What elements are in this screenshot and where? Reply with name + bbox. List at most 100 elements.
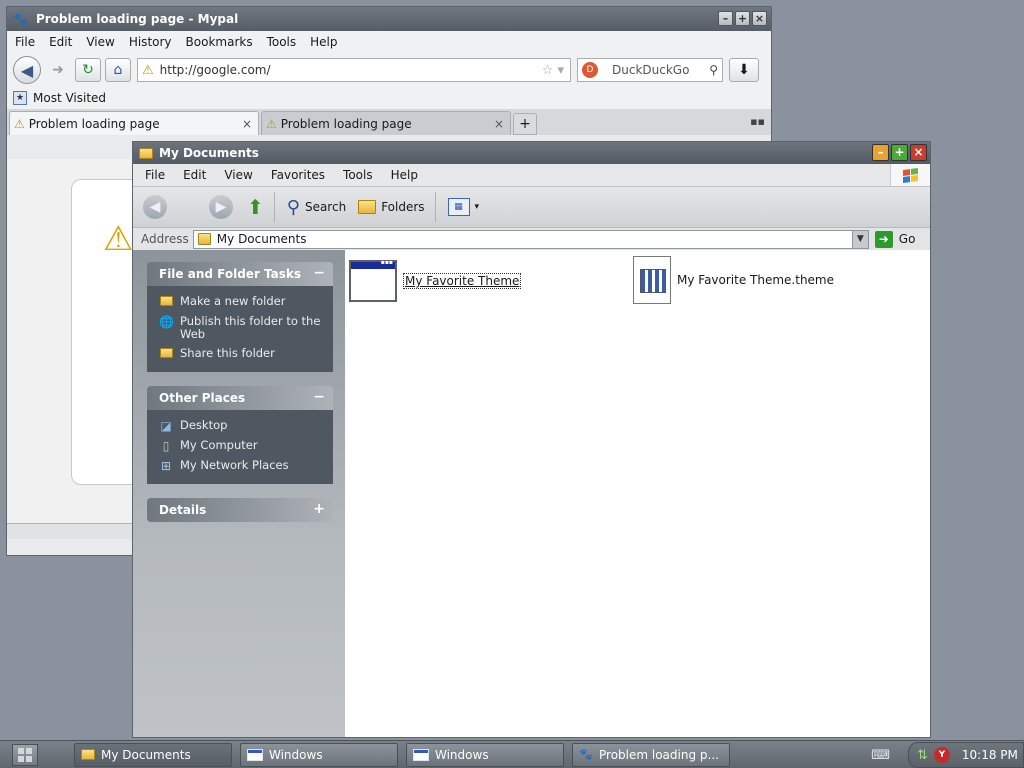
- clock[interactable]: 10:18 PM: [962, 748, 1018, 762]
- panel-title: Details: [159, 503, 207, 517]
- new-tab-button[interactable]: +: [513, 113, 537, 135]
- share-folder-icon: [159, 347, 173, 361]
- up-folder-icon[interactable]: ⬆: [247, 195, 264, 219]
- panel-header[interactable]: Other Places −: [147, 386, 333, 410]
- place-label: Desktop: [180, 418, 228, 432]
- menu-view[interactable]: View: [86, 35, 114, 49]
- windows-logo-icon: [890, 164, 930, 186]
- network-tray-icon[interactable]: ⇅: [917, 748, 928, 763]
- tab-1[interactable]: ⚠ Problem loading page ×: [9, 111, 259, 135]
- go-button[interactable]: ➜ Go: [874, 230, 915, 248]
- tab-close-icon[interactable]: ×: [494, 117, 504, 131]
- back-button[interactable]: ◀: [143, 195, 167, 219]
- task-label: Share this folder: [180, 346, 275, 360]
- forward-button[interactable]: ▶: [209, 195, 233, 219]
- menu-tools[interactable]: Tools: [343, 168, 373, 182]
- mypal-app-icon: 🐾: [579, 747, 593, 761]
- place-network[interactable]: ⊞ My Network Places: [159, 456, 325, 476]
- taskbar-item-windows-1[interactable]: Windows: [240, 742, 398, 767]
- taskbar-label: Windows: [269, 747, 323, 762]
- url-bar[interactable]: ⚠ http://google.com/ ☆ ▾: [137, 58, 571, 82]
- tab-list-icon[interactable]: ▪▪: [750, 115, 765, 128]
- maximize-button[interactable]: +: [891, 144, 908, 161]
- search-button[interactable]: ⚲ Search: [287, 197, 346, 218]
- menu-tools[interactable]: Tools: [267, 35, 297, 49]
- reload-button[interactable]: ↻: [75, 58, 101, 82]
- place-label: My Network Places: [180, 458, 289, 472]
- views-button[interactable]: ▦ ▾: [447, 198, 479, 216]
- menu-file[interactable]: File: [145, 168, 165, 182]
- menu-edit[interactable]: Edit: [49, 35, 72, 49]
- explorer-menu-bar: File Edit View Favorites Tools Help: [133, 164, 930, 186]
- menu-edit[interactable]: Edit: [183, 168, 206, 182]
- tab-label: Problem loading page: [28, 116, 160, 131]
- file-view: My Favorite Theme My Favorite Theme.them…: [345, 250, 930, 737]
- menu-favorites[interactable]: Favorites: [271, 168, 325, 182]
- browser-title: Problem loading page - Mypal: [35, 12, 239, 26]
- taskbar-label: Windows: [435, 747, 489, 762]
- theme-file-icon: [633, 256, 671, 304]
- views-icon: ▦: [447, 198, 470, 216]
- address-dropdown-icon[interactable]: ▼: [851, 230, 868, 248]
- collapse-icon[interactable]: −: [313, 265, 325, 281]
- search-bar[interactable]: D DuckDuckGo ⚲: [577, 58, 723, 82]
- panel-title: Other Places: [159, 391, 246, 405]
- desktop-icon: ◪: [160, 419, 172, 433]
- bookmarks-toolbar: ★ Most Visited: [7, 87, 771, 109]
- address-field[interactable]: My Documents ▼: [192, 229, 869, 249]
- tab-2[interactable]: ⚠ Problem loading page ×: [261, 111, 511, 135]
- task-make-folder[interactable]: Make a new folder: [159, 292, 325, 312]
- taskbar-item-browser[interactable]: 🐾 Problem loading p...: [572, 742, 730, 767]
- start-menu-icon[interactable]: [12, 743, 38, 766]
- browser-menu-bar: File Edit View History Bookmarks Tools H…: [7, 31, 771, 53]
- search-icon[interactable]: ⚲: [709, 63, 718, 77]
- url-text: http://google.com/: [159, 63, 271, 77]
- browser-title-bar[interactable]: 🐾 Problem loading page - Mypal – + ×: [7, 7, 771, 31]
- warning-icon: ⚠: [14, 116, 25, 131]
- browser-nav-bar: ◀ ➜ ↻ ⌂ ⚠ http://google.com/ ☆ ▾ D DuckD…: [7, 53, 771, 87]
- search-engine-label: DuckDuckGo: [612, 63, 690, 77]
- forward-button[interactable]: ➜: [45, 58, 71, 82]
- downloads-button[interactable]: ⬇: [729, 58, 759, 82]
- file-folder-tasks-panel: File and Folder Tasks − Make a new folde…: [147, 262, 333, 372]
- menu-bookmarks[interactable]: Bookmarks: [186, 35, 253, 49]
- tab-close-icon[interactable]: ×: [242, 117, 252, 131]
- search-icon: ⚲: [286, 196, 300, 218]
- expand-icon[interactable]: +: [313, 501, 325, 517]
- bookmark-star-icon[interactable]: ☆ ▾: [542, 63, 564, 78]
- home-button[interactable]: ⌂: [105, 58, 131, 82]
- minimize-button[interactable]: –: [872, 144, 889, 161]
- explorer-title-bar[interactable]: My Documents – + ×: [133, 142, 930, 164]
- y-app-tray-icon[interactable]: Y: [933, 747, 950, 763]
- menu-help[interactable]: Help: [310, 35, 337, 49]
- collapse-icon[interactable]: −: [313, 389, 325, 405]
- forward-arrow-icon: ▶: [215, 199, 227, 215]
- back-button[interactable]: ◀: [13, 56, 41, 84]
- place-label: My Computer: [180, 438, 258, 452]
- place-desktop[interactable]: ◪ Desktop: [159, 416, 325, 436]
- file-item[interactable]: My Favorite Theme.theme: [633, 256, 834, 304]
- bookmark-folder-icon: ★: [13, 91, 27, 105]
- panel-header[interactable]: File and Folder Tasks −: [147, 262, 333, 286]
- menu-file[interactable]: File: [15, 35, 35, 49]
- theme-window-icon: [349, 259, 397, 302]
- place-my-computer[interactable]: ▯ My Computer: [159, 436, 325, 456]
- file-item[interactable]: My Favorite Theme: [349, 259, 522, 302]
- close-button[interactable]: ×: [752, 11, 767, 26]
- taskbar-item-my-documents[interactable]: My Documents: [74, 742, 232, 767]
- panel-header[interactable]: Details +: [147, 498, 333, 522]
- keyboard-icon[interactable]: ⌨: [871, 748, 890, 763]
- close-button[interactable]: ×: [910, 144, 927, 161]
- menu-help[interactable]: Help: [391, 168, 418, 182]
- menu-history[interactable]: History: [129, 35, 172, 49]
- folders-button[interactable]: Folders: [358, 200, 425, 214]
- task-publish-web[interactable]: 🌐 Publish this folder to the Web: [159, 312, 325, 344]
- bookmark-most-visited[interactable]: Most Visited: [33, 91, 106, 105]
- menu-view[interactable]: View: [224, 168, 252, 182]
- minimize-button[interactable]: –: [718, 11, 733, 26]
- error-warning-icon: ⚠: [103, 219, 134, 259]
- explorer-toolbar: ◀ ▶ ⬆ ⚲ Search Folders ▦ ▾: [133, 186, 930, 228]
- task-share-folder[interactable]: Share this folder: [159, 344, 325, 364]
- maximize-button[interactable]: +: [735, 11, 750, 26]
- taskbar-item-windows-2[interactable]: Windows: [406, 742, 564, 767]
